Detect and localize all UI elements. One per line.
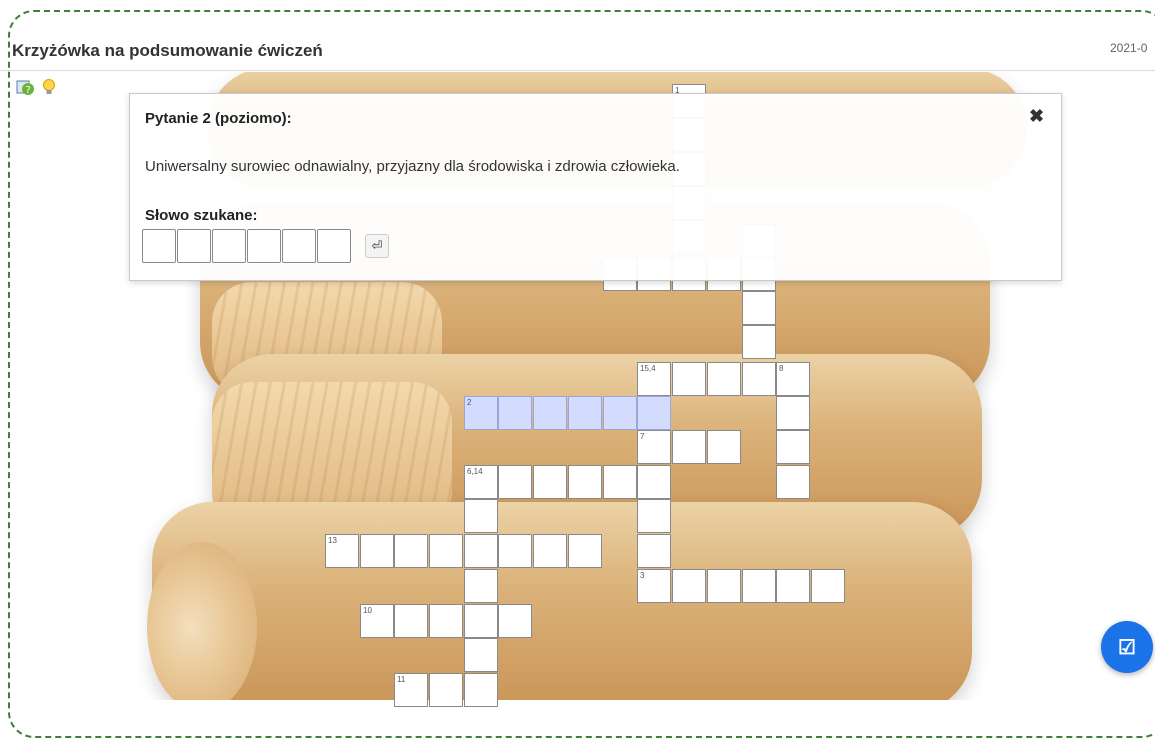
crossword-cell[interactable] (811, 569, 845, 603)
crossword-cell[interactable]: 7 (637, 430, 671, 464)
crossword-cell-active[interactable] (637, 396, 671, 430)
crossword-cell[interactable] (464, 638, 498, 672)
crossword-cell[interactable] (637, 499, 671, 533)
check-square-icon: ☑ (1118, 637, 1136, 659)
crossword-cell[interactable]: 15,4 (637, 362, 671, 396)
wood-end-bottom (147, 542, 257, 700)
crossword-cell[interactable] (742, 362, 776, 396)
crossword-cell[interactable] (672, 362, 706, 396)
crossword-cell[interactable] (429, 673, 463, 707)
crossword-cell[interactable] (707, 569, 741, 603)
crossword-cell[interactable] (776, 396, 810, 430)
answer-letter-input[interactable] (317, 229, 351, 263)
wood-block-bottom (152, 502, 972, 700)
crossword-cell[interactable] (776, 465, 810, 499)
crossword-cell[interactable] (464, 499, 498, 533)
crossword-cell-active[interactable] (603, 396, 637, 430)
lightbulb-hint-icon[interactable] (40, 78, 58, 96)
crossword-cell-active[interactable] (533, 396, 567, 430)
crossword-cell[interactable] (533, 465, 567, 499)
clue-number: 11 (397, 675, 406, 684)
crossword-cell[interactable] (429, 604, 463, 638)
crossword-cell[interactable]: 10 (360, 604, 394, 638)
answer-letter-input[interactable] (282, 229, 316, 263)
answer-letter-input[interactable] (142, 229, 176, 263)
crossword-cell-active[interactable] (568, 396, 602, 430)
date-label: 2021-0 (1110, 41, 1148, 55)
crossword-cell[interactable] (464, 673, 498, 707)
crossword-cell[interactable] (394, 534, 428, 568)
crossword-cell-active[interactable]: 2 (464, 396, 498, 430)
crossword-cell[interactable] (672, 430, 706, 464)
help-question-icon[interactable]: ? (16, 78, 34, 96)
crossword-cell[interactable] (568, 534, 602, 568)
crossword-cell[interactable] (360, 534, 394, 568)
crossword-cell[interactable] (429, 534, 463, 568)
answer-letter-input[interactable] (212, 229, 246, 263)
svg-text:?: ? (26, 85, 31, 96)
answer-letter-input[interactable] (247, 229, 281, 263)
clue-number: 10 (363, 606, 372, 615)
clue-number: 8 (779, 364, 784, 373)
crossword-cell[interactable] (533, 534, 567, 568)
page-title: Krzyżówka na podsumowanie ćwiczeń (12, 41, 323, 60)
submit-answer-button[interactable]: ⏎ (365, 234, 389, 258)
crossword-cell[interactable] (498, 604, 532, 638)
crossword-cell[interactable]: 8 (776, 362, 810, 396)
crossword-cell[interactable]: 11 (394, 673, 428, 707)
title-bar: Krzyżówka na podsumowanie ćwiczeń 2021-0 (0, 30, 1155, 71)
clue-number: 6,14 (467, 467, 483, 476)
crossword-cell[interactable] (742, 569, 776, 603)
clue-number: 7 (640, 432, 645, 441)
answer-letter-input[interactable] (177, 229, 211, 263)
crossword-cell[interactable] (464, 569, 498, 603)
close-icon[interactable]: ✖ (1029, 106, 1044, 127)
answer-input-row (142, 229, 352, 263)
crossword-cell[interactable] (464, 534, 498, 568)
crossword-cell[interactable] (637, 465, 671, 499)
crossword-cell[interactable] (742, 291, 776, 325)
crossword-cell[interactable] (394, 604, 428, 638)
crossword-cell[interactable] (603, 465, 637, 499)
question-text: Uniwersalny surowiec odnawialny, przyjaz… (145, 158, 680, 175)
crossword-cell[interactable] (568, 465, 602, 499)
crossword-cell[interactable] (776, 569, 810, 603)
toolbar: ? (16, 78, 60, 101)
clue-number: 3 (640, 571, 645, 580)
crossword-cell[interactable]: 3 (637, 569, 671, 603)
crossword-cell[interactable]: 6,14 (464, 465, 498, 499)
crossword-cell[interactable] (498, 534, 532, 568)
answer-label: Słowo szukane: (145, 207, 258, 224)
crossword-cell[interactable] (672, 569, 706, 603)
crossword-cell[interactable] (707, 430, 741, 464)
clue-number: 15,4 (640, 364, 656, 373)
crossword-cell[interactable] (776, 430, 810, 464)
crossword-cell[interactable]: 13 (325, 534, 359, 568)
check-answers-button[interactable]: ☑ (1101, 621, 1153, 673)
question-popup: Pytanie 2 (poziomo): ✖ Uniwersalny surow… (129, 93, 1062, 281)
crossword-cell[interactable] (707, 362, 741, 396)
crossword-cell[interactable] (742, 325, 776, 359)
clue-number: 2 (467, 398, 472, 407)
clue-number: 13 (328, 536, 337, 545)
crossword-cell-active[interactable] (498, 396, 532, 430)
question-title: Pytanie 2 (poziomo): (145, 110, 292, 127)
crossword-cell[interactable] (637, 534, 671, 568)
crossword-cell[interactable] (498, 465, 532, 499)
crossword-cell[interactable] (464, 604, 498, 638)
